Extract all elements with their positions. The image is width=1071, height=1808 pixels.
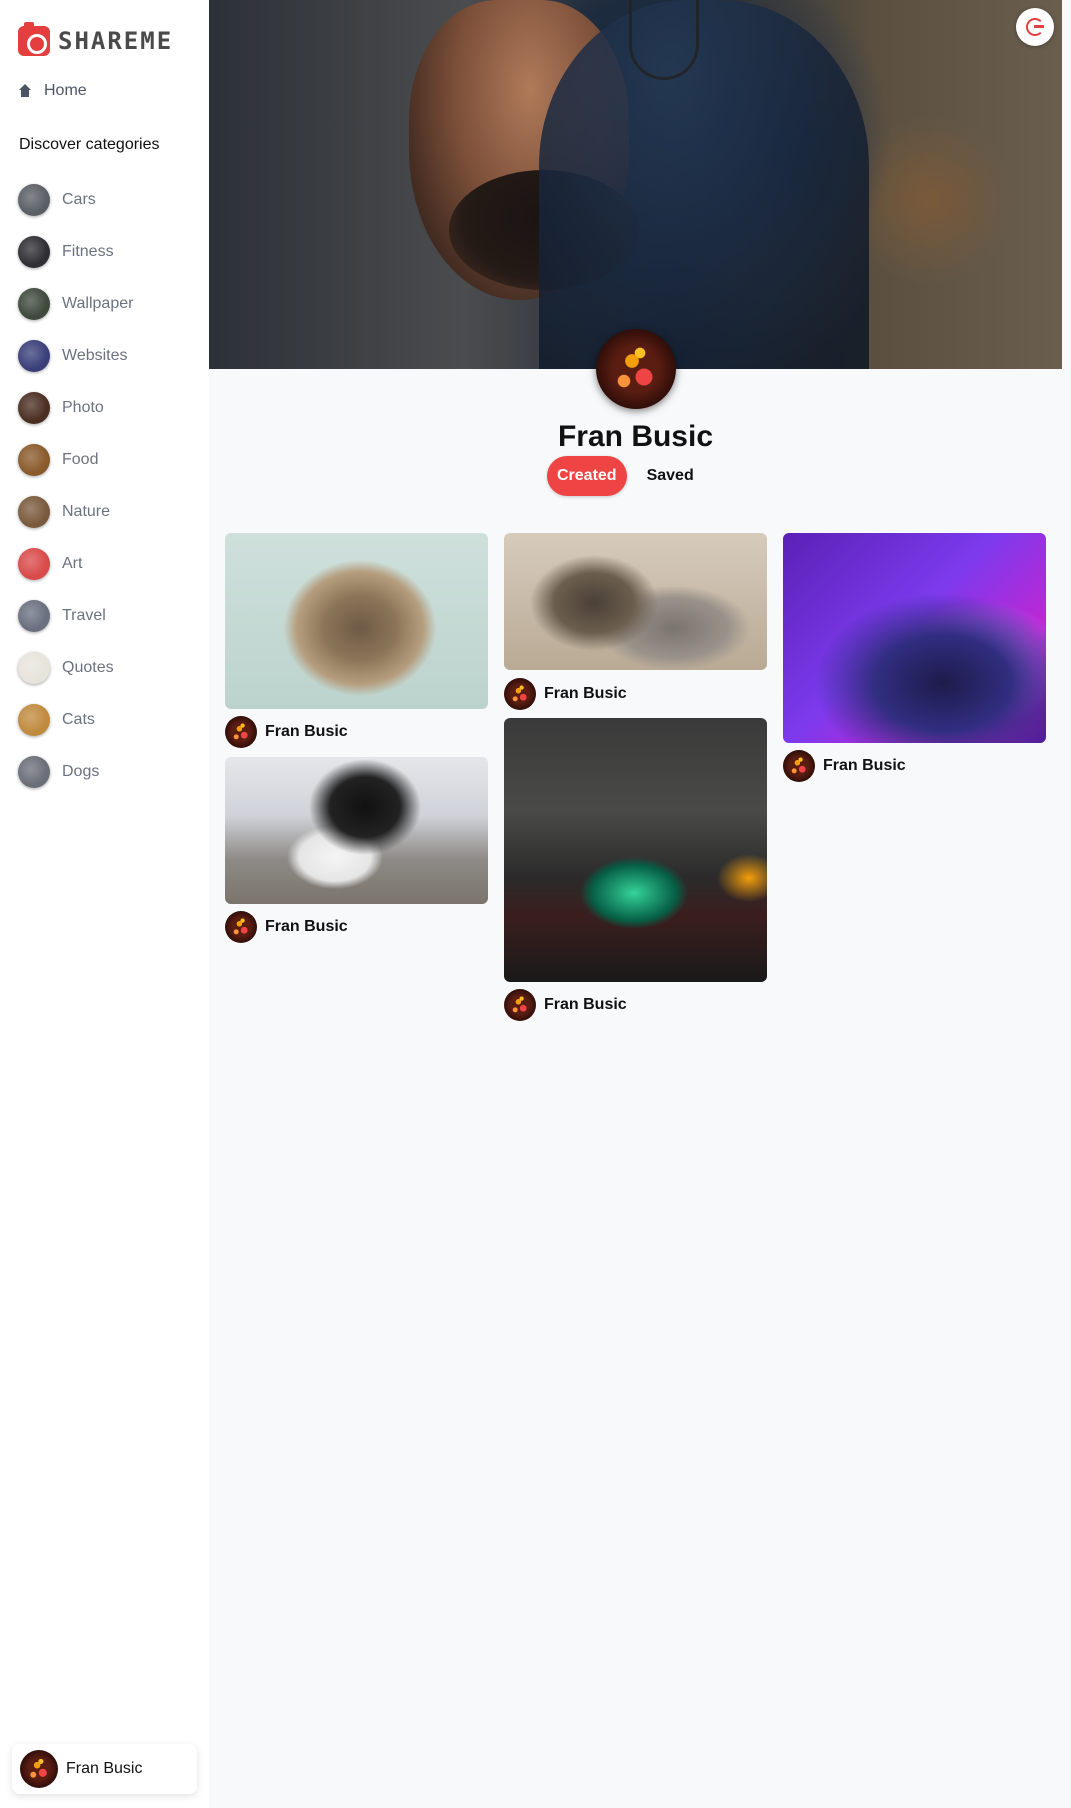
category-list: Cars Fitness Wallpaper Websites Photo Food Nat… <box>18 174 133 798</box>
pin-author[interactable]: Fran Busic <box>225 911 348 943</box>
sidebar-category-websites[interactable]: Websites <box>18 330 133 382</box>
logo-text: SHAREME <box>58 27 174 55</box>
pin-author-name: Fran Busic <box>823 757 906 774</box>
category-thumbnail <box>18 340 50 372</box>
app-logo[interactable]: SHAREME <box>18 22 174 56</box>
pin-image-fluffy-cat[interactable] <box>225 533 488 709</box>
category-label: Quotes <box>62 659 114 676</box>
sidebar-category-travel[interactable]: Travel <box>18 590 133 642</box>
profile-tabs: Created Saved <box>547 456 704 496</box>
category-label: Fitness <box>62 243 114 260</box>
sidebar: SHAREME Home Discover categories Cars Fit… <box>0 0 209 1808</box>
sidebar-category-fitness[interactable]: Fitness <box>18 226 133 278</box>
category-label: Dogs <box>62 763 100 780</box>
category-thumbnail <box>18 288 50 320</box>
sidebar-category-photo[interactable]: Photo <box>18 382 133 434</box>
pin-author-name: Fran Busic <box>265 918 348 935</box>
category-thumbnail <box>18 704 50 736</box>
category-thumbnail <box>18 652 50 684</box>
category-thumbnail <box>18 236 50 268</box>
pin-author[interactable]: Fran Busic <box>504 989 627 1021</box>
pin-author-name: Fran Busic <box>544 685 627 702</box>
category-label: Cars <box>62 191 96 208</box>
pin-author-name: Fran Busic <box>544 996 627 1013</box>
sidebar-user-profile[interactable]: Fran Busic <box>12 1744 197 1794</box>
user-avatar <box>20 1750 58 1788</box>
sidebar-category-dogs[interactable]: Dogs <box>18 746 133 798</box>
pin-author-avatar <box>225 716 257 748</box>
logout-icon <box>1026 18 1044 36</box>
category-thumbnail <box>18 184 50 216</box>
category-label: Nature <box>62 503 111 520</box>
category-label: Food <box>62 451 99 468</box>
sidebar-user-name: Fran Busic <box>66 1760 143 1777</box>
banner-glasses <box>629 0 699 80</box>
sidebar-category-food[interactable]: Food <box>18 434 133 486</box>
tab-saved[interactable]: Saved <box>637 456 704 496</box>
sidebar-category-art[interactable]: Art <box>18 538 133 590</box>
profile-avatar <box>596 329 676 409</box>
banner-hood <box>539 0 869 369</box>
profile-name: Fran Busic <box>557 420 714 453</box>
category-label: Cats <box>62 711 95 728</box>
category-thumbnail <box>18 600 50 632</box>
pin-image-tabby-cats[interactable] <box>504 533 767 670</box>
home-icon <box>18 84 32 98</box>
pin-image-laptop[interactable] <box>783 533 1046 743</box>
category-label: Websites <box>62 347 128 364</box>
category-label: Wallpaper <box>62 295 134 312</box>
nav-home-label: Home <box>44 82 87 99</box>
pin-image-desk-setup[interactable] <box>504 718 767 982</box>
sidebar-category-nature[interactable]: Nature <box>18 486 133 538</box>
category-label: Art <box>62 555 83 572</box>
pin-author[interactable]: Fran Busic <box>504 678 627 710</box>
category-thumbnail <box>18 444 50 476</box>
sidebar-category-wallpaper[interactable]: Wallpaper <box>18 278 133 330</box>
logout-button[interactable] <box>1016 8 1054 46</box>
sidebar-category-cats[interactable]: Cats <box>18 694 133 746</box>
category-thumbnail <box>18 548 50 580</box>
pin-author[interactable]: Fran Busic <box>225 716 348 748</box>
profile-banner-image <box>209 0 1062 369</box>
category-thumbnail <box>18 496 50 528</box>
category-label: Photo <box>62 399 104 416</box>
category-label: Travel <box>62 607 106 624</box>
category-thumbnail <box>18 392 50 424</box>
pin-author-avatar <box>783 750 815 782</box>
sidebar-category-quotes[interactable]: Quotes <box>18 642 133 694</box>
pin-author-avatar <box>504 678 536 710</box>
pin-image-black-white-cat[interactable] <box>225 757 488 904</box>
pin-author-name: Fran Busic <box>265 723 348 740</box>
sidebar-category-cars[interactable]: Cars <box>18 174 133 226</box>
discover-categories-heading: Discover categories <box>19 136 160 153</box>
pin-author-avatar <box>504 989 536 1021</box>
tab-created[interactable]: Created <box>547 456 627 496</box>
pin-author-avatar <box>225 911 257 943</box>
nav-home[interactable]: Home <box>18 82 87 100</box>
category-thumbnail <box>18 756 50 788</box>
camera-icon <box>18 22 50 56</box>
pin-author[interactable]: Fran Busic <box>783 750 906 782</box>
